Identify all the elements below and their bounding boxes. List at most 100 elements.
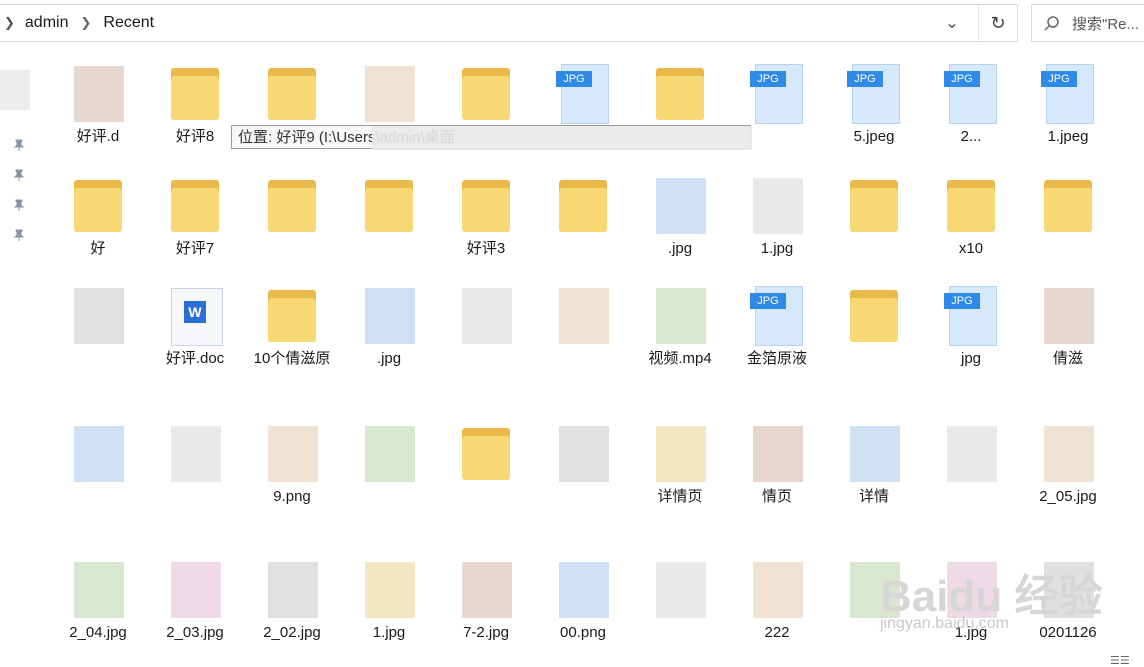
file-item[interactable]: 2_04.jpg <box>50 548 146 652</box>
breadcrumb-separator-icon: ❯ <box>80 15 92 30</box>
breadcrumb-admin[interactable]: admin <box>21 14 73 32</box>
image-thumbnail <box>943 422 999 484</box>
file-item[interactable]: .jpg <box>632 164 728 268</box>
folder-icon <box>1040 174 1096 236</box>
breadcrumb-recent[interactable]: Recent <box>99 14 158 32</box>
folder-icon <box>846 284 902 346</box>
file-name: 1.jpg <box>372 624 406 641</box>
file-item[interactable]: 7-2.jpg <box>438 548 534 652</box>
file-name: 情页 <box>761 488 792 505</box>
jpg-file-icon: JPG <box>943 62 999 124</box>
file-name: 2... <box>960 128 982 145</box>
file-item[interactable]: 222 <box>729 548 825 652</box>
image-thumbnail <box>1040 422 1096 484</box>
file-item[interactable]: JPG 1.jpeg <box>1020 52 1116 156</box>
file-name: 好评3 <box>466 240 506 257</box>
image-thumbnail <box>555 422 611 484</box>
jpg-file-icon: JPG <box>749 284 805 346</box>
file-item[interactable] <box>632 548 728 652</box>
search-box[interactable]: 搜索"Re... <box>1031 4 1144 42</box>
image-thumbnail <box>846 422 902 484</box>
folder-icon <box>555 174 611 236</box>
tooltip-blur <box>372 126 752 150</box>
file-item[interactable]: 好评.d <box>50 52 146 156</box>
image-thumbnail <box>555 558 611 620</box>
file-item[interactable] <box>147 412 243 516</box>
file-item[interactable]: 好评3 <box>438 164 534 268</box>
chevron-down-icon[interactable]: ⌄ <box>937 5 967 41</box>
file-item[interactable]: 倩滋 <box>1020 274 1116 378</box>
chevron-right-icon: ❯ <box>4 15 15 30</box>
pin-icon[interactable] <box>13 168 25 181</box>
file-item[interactable] <box>1020 164 1116 268</box>
folder-icon <box>458 62 514 124</box>
file-item[interactable]: JPG 金箔原液 <box>729 274 825 378</box>
file-item[interactable] <box>826 274 922 378</box>
file-item[interactable] <box>341 164 437 268</box>
file-item[interactable]: JPG 5.jpeg <box>826 52 922 156</box>
word-document-icon: W <box>167 284 223 346</box>
pin-icon[interactable] <box>13 138 25 151</box>
file-name: 好评.doc <box>165 350 225 367</box>
jpg-file-icon: JPG <box>846 62 902 124</box>
file-item[interactable] <box>244 164 340 268</box>
file-item[interactable]: 好评8 <box>147 52 243 156</box>
file-name: 9.png <box>273 488 311 505</box>
file-item[interactable]: JPG jpg <box>923 274 1019 378</box>
file-item[interactable] <box>50 274 146 378</box>
file-item[interactable]: 00.png <box>535 548 631 652</box>
file-item[interactable]: 1.jpg <box>341 548 437 652</box>
image-thumbnail <box>70 284 126 346</box>
file-name: x10 <box>958 240 984 257</box>
file-item[interactable]: 好 <box>50 164 146 268</box>
file-item[interactable] <box>535 412 631 516</box>
file-item[interactable]: 2_05.jpg <box>1020 412 1116 516</box>
file-item[interactable]: 情页 <box>729 412 825 516</box>
jpg-file-icon: JPG <box>943 284 999 346</box>
file-name: 2_03.jpg <box>166 624 224 641</box>
file-item[interactable] <box>438 412 534 516</box>
file-name: 视频.mp4 <box>648 350 712 367</box>
view-toggle-icon[interactable]: ☰☰ <box>1110 654 1130 667</box>
file-item[interactable] <box>341 412 437 516</box>
image-thumbnail <box>749 558 805 620</box>
file-item[interactable]: 详情 <box>826 412 922 516</box>
file-name: jpg <box>960 350 982 367</box>
folder-icon <box>167 62 223 124</box>
file-item[interactable]: 视频.mp4 <box>632 274 728 378</box>
nav-blurred-item[interactable] <box>0 70 30 110</box>
file-item[interactable]: 2_03.jpg <box>147 548 243 652</box>
address-bar[interactable]: ❯ admin ❯ Recent ⌄ ↻ <box>0 4 1018 42</box>
file-name: 00.png <box>560 624 606 641</box>
refresh-icon[interactable]: ↻ <box>978 5 1017 41</box>
file-item[interactable]: 好评7 <box>147 164 243 268</box>
file-item[interactable]: 2_02.jpg <box>244 548 340 652</box>
folder-icon <box>846 174 902 236</box>
file-name: 1.jpg <box>760 240 794 257</box>
pin-icon[interactable] <box>13 228 25 241</box>
file-name: 2_05.jpg <box>1039 488 1097 505</box>
file-item[interactable]: 9.png <box>244 412 340 516</box>
image-thumbnail <box>361 558 417 620</box>
file-name: 好评7 <box>175 240 215 257</box>
file-name: .jpg <box>667 240 693 257</box>
file-item[interactable]: .jpg <box>341 274 437 378</box>
file-item[interactable] <box>438 274 534 378</box>
navigation-pane <box>0 48 36 665</box>
folder-icon <box>167 174 223 236</box>
file-item[interactable] <box>535 164 631 268</box>
file-name: 好评8 <box>175 128 215 145</box>
file-item[interactable] <box>50 412 146 516</box>
file-item[interactable]: JPG 2... <box>923 52 1019 156</box>
image-thumbnail <box>70 422 126 484</box>
file-item[interactable] <box>535 274 631 378</box>
file-item[interactable] <box>923 412 1019 516</box>
file-item[interactable] <box>826 164 922 268</box>
file-item[interactable]: 10个倩滋原 <box>244 274 340 378</box>
file-item[interactable]: x10 <box>923 164 1019 268</box>
file-name: 10个倩滋原 <box>253 350 331 367</box>
file-item[interactable]: 1.jpg <box>729 164 825 268</box>
file-item[interactable]: W 好评.doc <box>147 274 243 378</box>
pin-icon[interactable] <box>13 198 25 211</box>
file-item[interactable]: 详情页 <box>632 412 728 516</box>
